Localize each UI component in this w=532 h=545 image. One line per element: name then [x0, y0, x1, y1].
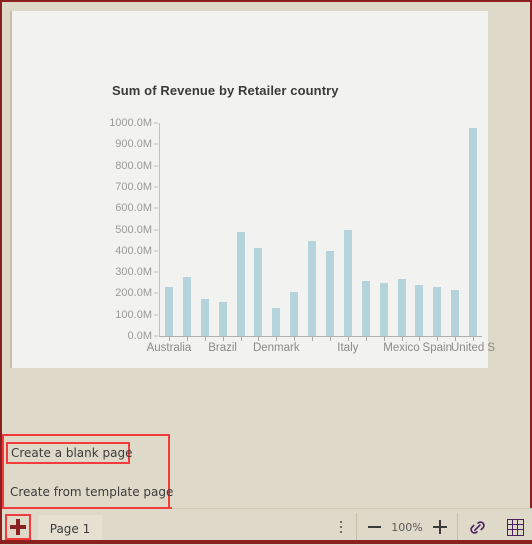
y-axis-tick-label: 700.0M [115, 180, 152, 193]
toolbar-accent-line [2, 540, 532, 542]
y-axis-tick [154, 165, 158, 167]
y-axis-tick-label: 400.0M [115, 244, 152, 257]
x-axis-tick [419, 337, 421, 341]
report-canvas[interactable]: Sum of Revenue by Retailer country 0.0M 1… [4, 3, 530, 368]
selection-highlight-edge [2, 507, 172, 511]
x-axis-tick [365, 337, 367, 341]
bar[interactable] [433, 287, 442, 336]
y-axis-labels: 0.0M 100.0M 200.0M 300.0M 400.0M 500.0M 600.0M… [102, 116, 158, 342]
x-axis-tick [347, 337, 349, 341]
x-axis-tick [329, 337, 331, 341]
y-axis-tick-label: 600.0M [115, 202, 152, 215]
x-axis-tick-label: Brazil [208, 342, 237, 354]
zoom-level-value[interactable]: 100% [389, 521, 425, 534]
x-axis-tick [383, 337, 385, 341]
y-axis-tick-label: 500.0M [115, 223, 152, 236]
page-create-context-menu[interactable]: Create a blank page Create from template… [2, 434, 173, 509]
y-axis-tick [154, 207, 158, 209]
bar[interactable] [415, 284, 424, 336]
bar[interactable] [254, 247, 263, 336]
x-axis-tick-label: United S [450, 342, 496, 354]
y-axis-tick-label: 0.0M [127, 330, 152, 342]
bar[interactable] [290, 291, 299, 336]
menu-item-create-from-template-page[interactable]: Create from template page [10, 485, 173, 499]
x-axis-tick [276, 337, 278, 341]
add-page-button[interactable] [5, 514, 31, 540]
x-axis-tick [437, 337, 439, 341]
bar[interactable] [469, 128, 478, 336]
x-axis-tick-label: Spain [422, 342, 452, 354]
bar[interactable] [451, 290, 460, 336]
y-axis-tick [154, 122, 158, 124]
chart-plot-area: 0.0M 100.0M 200.0M 300.0M 400.0M 500.0M 600.0M… [102, 116, 495, 354]
x-axis-tick [294, 337, 296, 341]
menu-item-create-blank-page[interactable]: Create a blank page [6, 442, 133, 464]
bar[interactable] [164, 287, 173, 336]
page-bottom-toolbar: Page 1 100% [2, 508, 532, 544]
y-axis-tick [154, 250, 158, 252]
x-axis-tick [473, 337, 475, 341]
bar[interactable] [200, 298, 209, 336]
x-axis-tick-label: Italy [337, 342, 359, 354]
bar[interactable] [361, 281, 370, 336]
y-axis-tick [154, 186, 158, 188]
y-axis-tick [154, 292, 158, 294]
y-axis-tick [154, 335, 158, 337]
report-builder-window: Sum of Revenue by Retailer country 0.0M 1… [0, 0, 532, 544]
x-axis-tick [312, 337, 314, 341]
bar[interactable] [182, 277, 191, 336]
bar[interactable] [343, 230, 352, 336]
page-tab-label: Page 1 [49, 521, 91, 536]
x-axis-line [159, 336, 482, 337]
dot [340, 521, 342, 523]
x-axis-tick [258, 337, 260, 341]
x-axis-tick-label: Mexico [383, 342, 420, 354]
bar[interactable] [272, 308, 281, 336]
x-axis-tick [455, 337, 457, 341]
link-icon [469, 520, 485, 534]
report-page-sheet[interactable]: Sum of Revenue by Retailer country 0.0M 1… [10, 11, 495, 368]
plus-icon [10, 519, 26, 535]
bar[interactable] [308, 241, 317, 336]
y-axis-tick [154, 143, 158, 145]
y-axis-tick-label: 300.0M [115, 266, 152, 279]
y-axis-tick [154, 229, 158, 230]
bar[interactable] [218, 301, 227, 336]
zoom-controls: 100% [356, 513, 458, 541]
bar-chart-visual[interactable]: Sum of Revenue by Retailer country 0.0M 1… [12, 11, 495, 368]
bar[interactable] [397, 279, 406, 336]
zoom-in-button[interactable] [425, 513, 455, 541]
x-axis-tick [401, 337, 403, 341]
y-axis-tick-label: 900.0M [115, 138, 152, 151]
y-axis-tick-label: 100.0M [115, 308, 152, 321]
x-axis-tick-label: Australia [146, 342, 192, 354]
minus-icon [367, 526, 381, 528]
zoom-out-button[interactable] [359, 513, 389, 541]
y-axis-tick-label: 1000.0M [109, 117, 152, 129]
bar-series[interactable] [160, 116, 482, 341]
x-axis-tick-label: Denmark [252, 342, 300, 354]
x-axis-tick [168, 337, 170, 341]
bar[interactable] [236, 232, 245, 336]
plus-icon [433, 520, 447, 534]
dot [340, 531, 342, 533]
y-axis-tick-label: 800.0M [115, 159, 152, 172]
bar[interactable] [379, 283, 388, 336]
x-axis-labels: Australia Brazil Denmark Italy Mexico Spain Un… [147, 342, 500, 362]
chart-title: Sum of Revenue by Retailer country [112, 83, 339, 98]
x-axis-tick [204, 337, 206, 341]
x-axis-tick [186, 337, 188, 341]
grid-icon [506, 518, 524, 536]
y-axis-tick-label: 200.0M [115, 287, 152, 300]
bar[interactable] [325, 250, 334, 336]
x-axis-tick [222, 337, 224, 341]
dot [340, 526, 342, 528]
y-axis-tick [154, 314, 158, 316]
y-axis-tick [154, 271, 158, 273]
x-axis-tick [240, 337, 242, 341]
